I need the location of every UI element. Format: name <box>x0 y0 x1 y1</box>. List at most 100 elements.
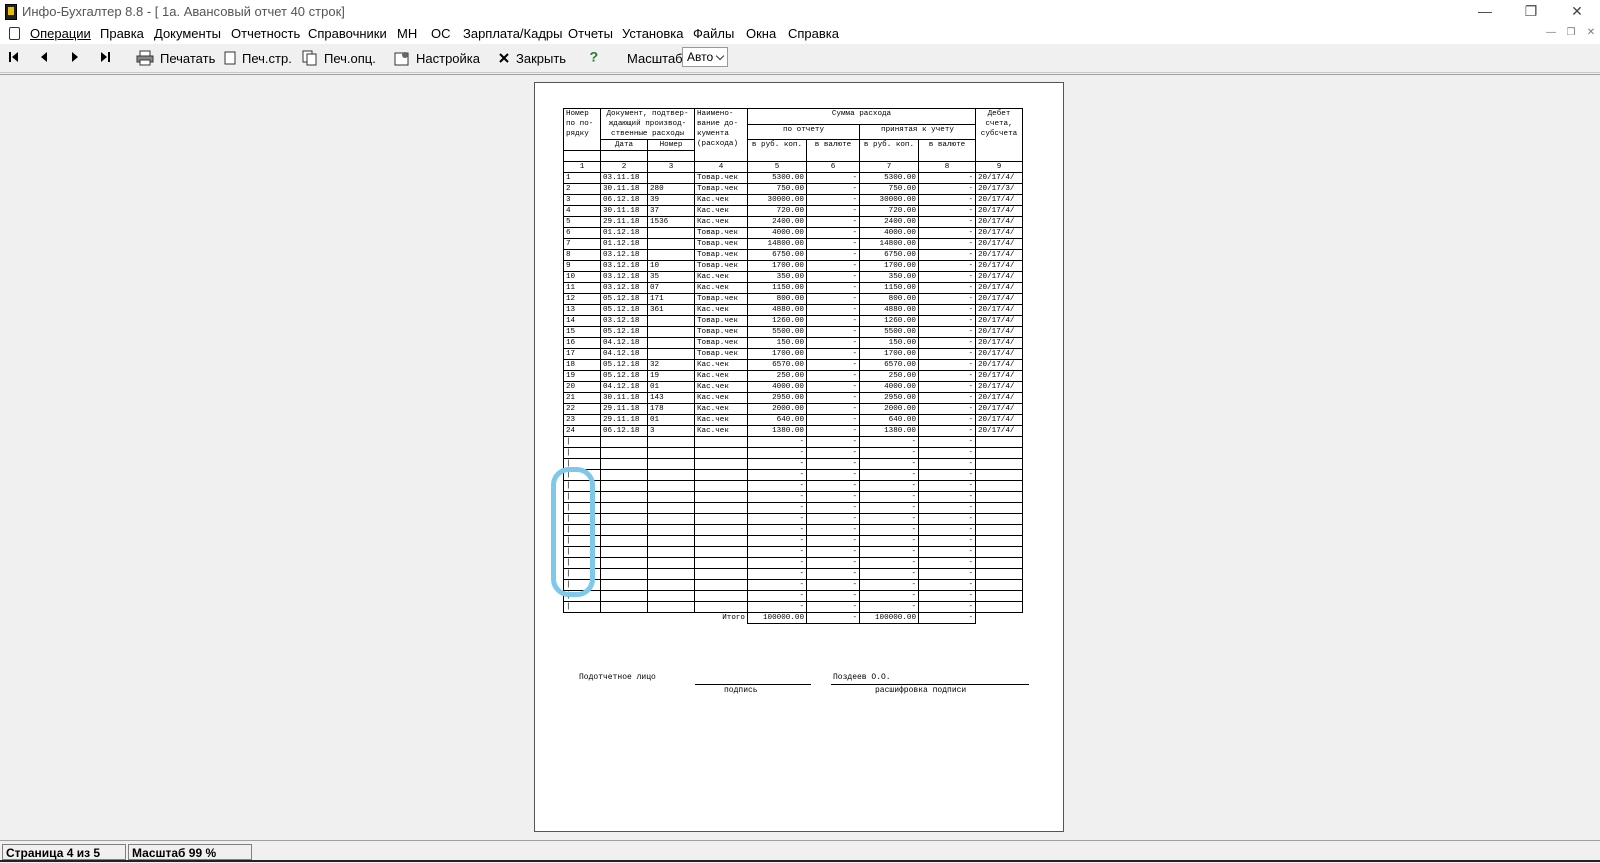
table-cell <box>694 502 748 514</box>
column-number: 7 <box>859 161 919 173</box>
table-cell <box>647 513 695 525</box>
table-cell: 1380.00 <box>747 425 807 437</box>
help-icon[interactable]: ? <box>586 48 602 64</box>
close-icon <box>499 53 509 63</box>
table-cell: 22 <box>563 403 601 415</box>
table-cell <box>647 502 695 514</box>
table-cell: 2000.00 <box>747 403 807 415</box>
table-cell: - <box>806 579 860 591</box>
last-page-icon[interactable] <box>97 49 113 65</box>
menu-help[interactable]: Справка <box>788 26 839 41</box>
table-row: 6 01.12.18 Товар.чек 4000.00-4000.00-20/17/… <box>563 227 1023 239</box>
mdi-restore-button[interactable]: ❐ <box>1564 27 1578 40</box>
table-cell <box>647 447 695 459</box>
table-cell: 3 <box>563 194 601 206</box>
document-icon[interactable] <box>9 27 20 40</box>
preview-viewport[interactable]: Номер по по- рядку Документ, подтвер- жд… <box>0 74 1600 840</box>
table-cell: 720.00 <box>859 205 919 217</box>
table-row: 10 03.12.18 35 Кас.чек 350.00-350.00-20/17/4… <box>563 271 1023 283</box>
menu-edit[interactable]: Правка <box>100 26 144 41</box>
table-cell: - <box>918 282 976 294</box>
minimize-button[interactable]: — <box>1462 0 1508 24</box>
table-cell: 720.00 <box>747 205 807 217</box>
table-cell: - <box>918 513 976 525</box>
table-cell: - <box>859 524 919 536</box>
settings-button[interactable]: Настройка <box>394 48 480 68</box>
table-cell <box>600 491 648 503</box>
table-cell: - <box>747 513 807 525</box>
close-window-button[interactable]: ✕ <box>1554 0 1600 24</box>
table-cell: 04.12.18 <box>600 381 648 393</box>
menu-documents[interactable]: Документы <box>154 26 221 41</box>
table-cell: 5500.00 <box>747 326 807 338</box>
table-cell: - <box>747 601 807 613</box>
table-cell: - <box>918 260 976 272</box>
print-page-button[interactable]: Печ.стр. <box>224 48 292 68</box>
table-row: 24 06.12.18 3 Кас.чек 1380.00-1380.00-20/17/… <box>563 425 1023 437</box>
menu-files[interactable]: Файлы <box>693 26 734 41</box>
mdi-close-button[interactable]: ✕ <box>1584 27 1598 40</box>
table-cell: - <box>806 315 860 327</box>
table-cell <box>975 590 1023 602</box>
column-number: 1 <box>563 161 601 173</box>
table-cell <box>600 601 648 613</box>
table-cell: 30000.00 <box>747 194 807 206</box>
previous-page-icon[interactable] <box>36 49 52 65</box>
print-button[interactable]: Печатать <box>136 48 215 68</box>
table-cell: - <box>918 348 976 360</box>
table-cell: 32 <box>647 359 695 371</box>
table-cell: 6750.00 <box>747 249 807 261</box>
table-cell: - <box>806 172 860 184</box>
table-cell <box>975 436 1023 448</box>
menu-references[interactable]: Справочники <box>308 26 387 41</box>
table-cell <box>975 546 1023 558</box>
table-cell <box>694 601 748 613</box>
restore-button[interactable]: ❐ <box>1508 0 1554 24</box>
table-cell: 29.11.18 <box>600 403 648 415</box>
table-cell: - <box>806 436 860 448</box>
menu-windows[interactable]: Окна <box>746 26 776 41</box>
table-cell: - <box>806 601 860 613</box>
table-cell: - <box>806 535 860 547</box>
person-name: Поздеев О.О. <box>833 673 891 682</box>
next-page-icon[interactable] <box>67 49 83 65</box>
menu-salary[interactable]: Зарплата/Кадры <box>463 26 563 41</box>
mdi-minimize-button[interactable]: — <box>1544 27 1558 40</box>
table-cell: - <box>806 502 860 514</box>
menu-reports[interactable]: Отчеты <box>568 26 613 41</box>
table-cell: 6750.00 <box>859 249 919 261</box>
table-cell <box>600 546 648 558</box>
table-cell: 20/17/4/ <box>975 392 1023 404</box>
header-spacer <box>647 150 695 162</box>
table-cell: Товар.чек <box>694 172 748 184</box>
table-cell: 640.00 <box>747 414 807 426</box>
menu-mn[interactable]: МН <box>397 26 417 41</box>
table-cell: - <box>806 524 860 536</box>
table-cell <box>647 172 695 184</box>
table-cell: 20/17/4/ <box>975 194 1023 206</box>
table-cell: 04.12.18 <box>600 348 648 360</box>
header-spacer <box>563 150 601 162</box>
menu-operations[interactable]: Операции <box>30 26 91 41</box>
header-date: Дата <box>600 139 648 151</box>
window-title: Инфо-Бухгалтер 8.8 - [ 1а. Авансовый отч… <box>22 4 345 19</box>
table-cell: 5300.00 <box>747 172 807 184</box>
table-cell: - <box>859 579 919 591</box>
menu-settings[interactable]: Установка <box>622 26 683 41</box>
table-cell <box>975 491 1023 503</box>
first-page-icon[interactable] <box>6 49 22 65</box>
menu-reporting[interactable]: Отчетность <box>231 26 300 41</box>
menu-os[interactable]: ОС <box>431 26 451 41</box>
close-button[interactable]: Закрыть <box>498 48 566 68</box>
table-cell: 5300.00 <box>859 172 919 184</box>
header-col-9: Дебет счета, субсчета <box>975 108 1023 162</box>
table-cell: 1260.00 <box>859 315 919 327</box>
table-cell: 20/17/3/ <box>975 183 1023 195</box>
table-cell: 01 <box>647 381 695 393</box>
zoom-select[interactable]: Авто <box>682 47 728 67</box>
print-options-button[interactable]: Печ.опц. <box>302 48 376 68</box>
table-cell: - <box>859 557 919 569</box>
expense-table: Номер по по- рядку Документ, подтвер- жд… <box>563 108 1023 624</box>
table-cell: 2 <box>563 183 601 195</box>
table-cell: - <box>806 260 860 272</box>
